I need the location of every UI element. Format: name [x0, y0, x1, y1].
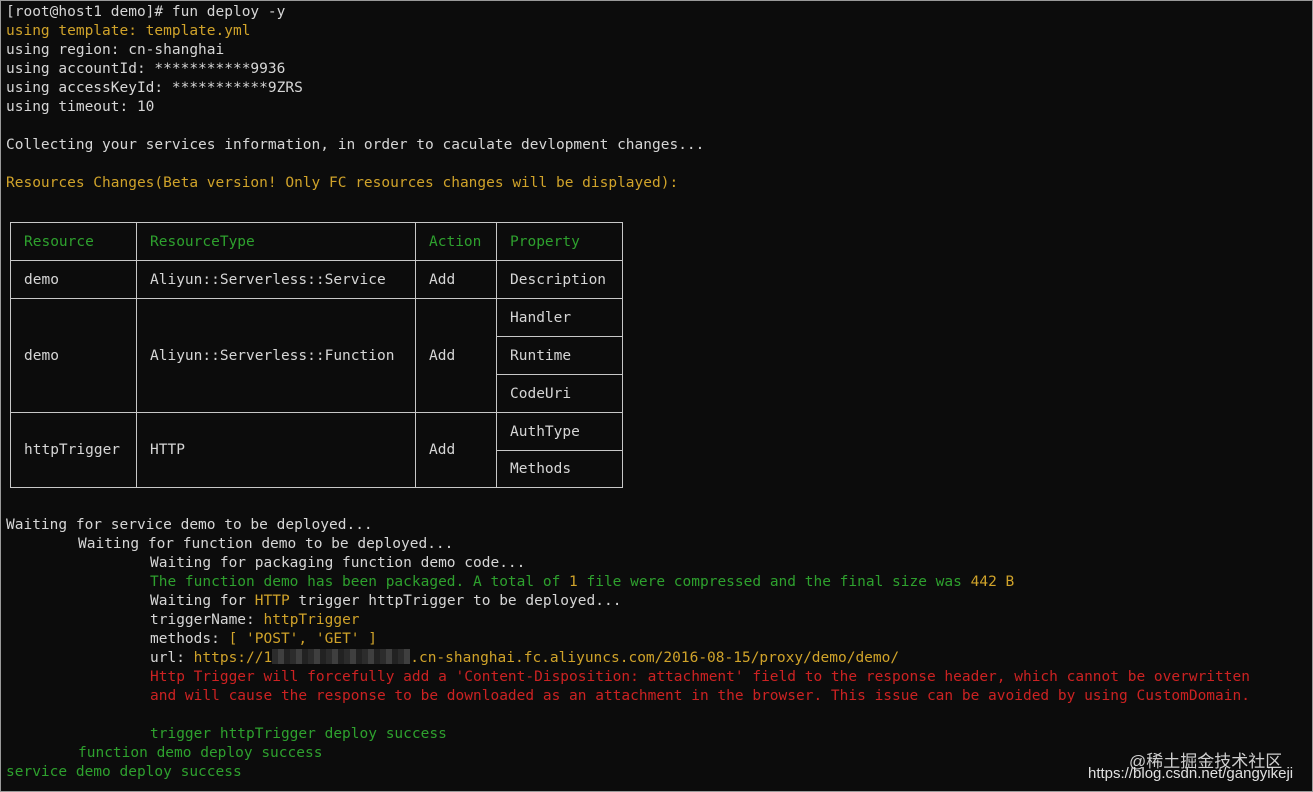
redacted-account-id [272, 649, 411, 664]
wait-service-line: Waiting for service demo to be deployed.… [6, 517, 373, 533]
url-label: url: [150, 650, 194, 666]
table-cell-property: AuthType [496, 412, 623, 451]
command-prompt: [root@host1 demo]# fun deploy -y [6, 4, 286, 20]
table-cell-property: Methods [496, 450, 623, 488]
wait-packaging-line: Waiting for packaging function demo code… [150, 555, 526, 571]
wait-function-line: Waiting for function demo to be deployed… [78, 536, 454, 552]
wait-trigger-end: trigger httpTrigger to be deployed... [289, 593, 622, 609]
resources-table: Resource ResourceType Action Property de… [10, 222, 623, 488]
packaged-size: 442 B [970, 574, 1015, 590]
url-line: url: https://1 .cn-shanghai.fc.aliyuncs.c… [150, 649, 899, 668]
terminal-window[interactable]: [root@host1 demo]# fun deploy -y using t… [0, 0, 1313, 792]
wait-trigger-line: Waiting for HTTP trigger httpTrigger to … [150, 592, 621, 611]
table-cell-property: CodeUri [496, 374, 623, 413]
resources-changes-line: Resources Changes(Beta version! Only FC … [6, 175, 679, 191]
table-cell-resource: demo [10, 298, 137, 413]
table-cell-property: Runtime [496, 336, 623, 375]
config-timeout-line: using timeout: 10 [6, 99, 155, 115]
trigger-name-line: triggerName: httpTrigger [150, 611, 360, 630]
collecting-line: Collecting your services information, in… [6, 137, 705, 153]
config-region-line: using region: cn-shanghai [6, 42, 225, 58]
table-cell-resourcetype: Aliyun::Serverless::Function [136, 298, 416, 413]
table-header-resource: Resource [10, 222, 137, 261]
methods-line: methods: [ 'POST', 'GET' ] [150, 630, 377, 649]
watermark-url: https://blog.csdn.net/gangyikeji [1088, 765, 1294, 782]
function-success-line: function demo deploy success [78, 745, 323, 761]
table-cell-resourcetype: HTTP [136, 412, 416, 488]
table-header-action: Action [415, 222, 497, 261]
warning-line-1: Http Trigger will forcefully add a 'Cont… [150, 669, 1250, 685]
packaged-text-mid: file were compressed and the final size … [577, 574, 971, 590]
table-cell-action: Add [415, 412, 497, 488]
url-prefix: https://1 [193, 650, 273, 666]
packaged-text-start: The function demo has been packaged. A t… [150, 574, 570, 590]
trigger-name-value: httpTrigger [263, 612, 360, 628]
methods-label: methods: [150, 631, 229, 647]
warning-line-2: and will cause the response to be downlo… [150, 688, 1250, 704]
config-accesskey-line: using accessKeyId: ***********9ZRS [6, 80, 303, 96]
url-value[interactable]: https://1 .cn-shanghai.fc.aliyuncs.com/20… [193, 649, 900, 666]
table-header-property: Property [496, 222, 623, 261]
trigger-success-line: trigger httpTrigger deploy success [150, 726, 447, 742]
service-success-line: service demo deploy success [6, 764, 242, 780]
trigger-type: HTTP [254, 593, 290, 609]
table-header-resourcetype: ResourceType [136, 222, 416, 261]
table-cell-resource: demo [10, 260, 137, 299]
methods-value: [ 'POST', 'GET' ] [228, 631, 377, 647]
config-template-line: using template: template.yml [6, 23, 251, 39]
table-cell-resourcetype: Aliyun::Serverless::Service [136, 260, 416, 299]
table-cell-property: Handler [496, 298, 623, 337]
url-suffix: .cn-shanghai.fc.aliyuncs.com/2016-08-15/… [410, 650, 900, 666]
table-cell-property: Description [496, 260, 623, 299]
trigger-name-label: triggerName: [150, 612, 264, 628]
table-cell-action: Add [415, 298, 497, 413]
packaged-file-count: 1 [569, 574, 578, 590]
wait-trigger-start: Waiting for [150, 593, 255, 609]
packaged-line: The function demo has been packaged. A t… [150, 573, 1014, 592]
table-cell-resource: httpTrigger [10, 412, 137, 488]
config-account-line: using accountId: ***********9936 [6, 61, 286, 77]
table-cell-action: Add [415, 260, 497, 299]
